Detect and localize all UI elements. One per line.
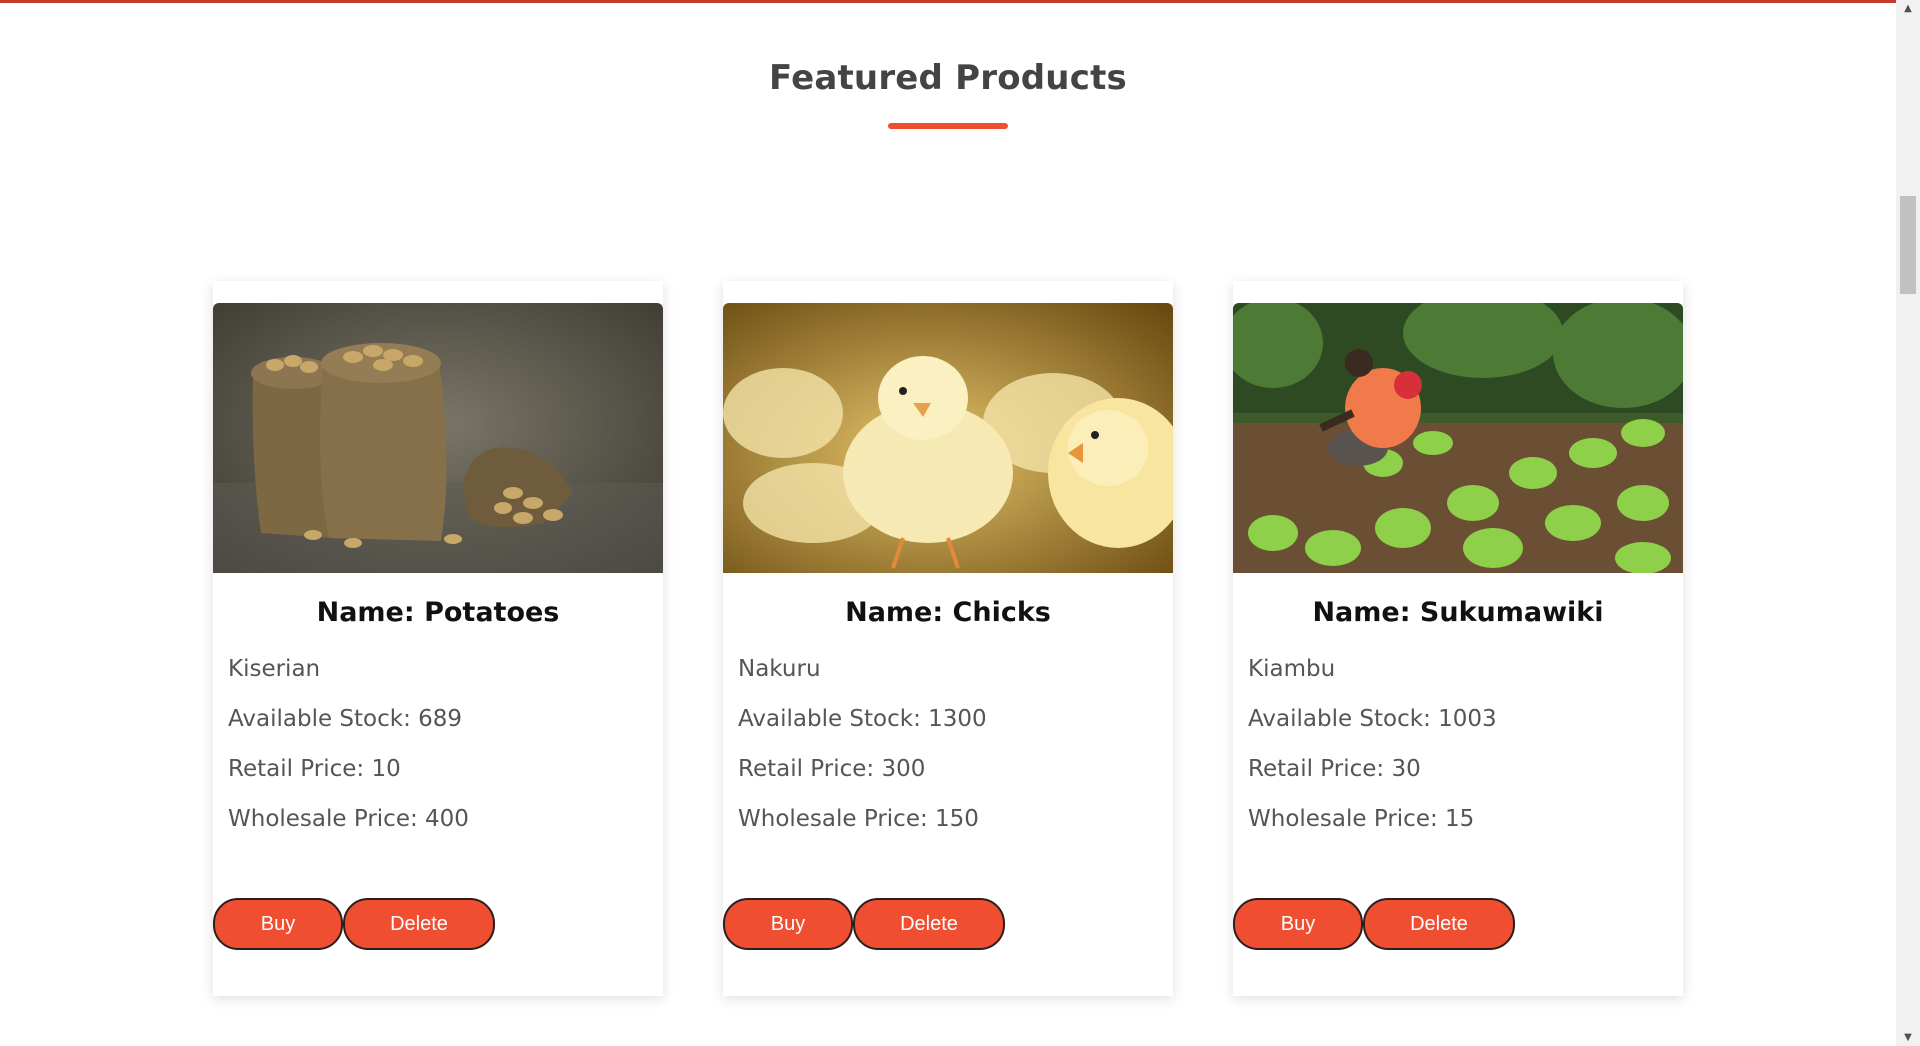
product-stock: Available Stock: 1300 — [738, 706, 987, 732]
buy-button[interactable]: Buy — [1233, 898, 1363, 950]
chevron-down-icon[interactable]: ▼ — [1896, 1029, 1920, 1046]
product-card-potatoes: Name: Potatoes Kiserian Available Stock:… — [213, 281, 663, 996]
product-name: Name: Sukumawiki — [1312, 597, 1604, 628]
product-location: Nakuru — [738, 656, 821, 682]
product-card-sukumawiki: Name: Sukumawiki Kiambu Available Stock:… — [1233, 281, 1683, 996]
delete-button[interactable]: Delete — [343, 898, 495, 950]
product-image-potatoes — [213, 303, 663, 573]
title-underline — [888, 123, 1008, 129]
page: Featured Products Name: Potatoes Kiseria… — [0, 0, 1896, 1046]
product-wholesale-price: Wholesale Price: 150 — [738, 806, 979, 832]
product-location: Kiambu — [1248, 656, 1336, 682]
product-stock: Available Stock: 1003 — [1248, 706, 1497, 732]
product-location: Kiserian — [228, 656, 321, 682]
chevron-up-icon[interactable]: ▲ — [1896, 0, 1920, 17]
product-name: Name: Chicks — [845, 597, 1051, 628]
product-card-chicks: Name: Chicks Nakuru Available Stock: 130… — [723, 281, 1173, 996]
product-stock: Available Stock: 689 — [228, 706, 463, 732]
buy-button[interactable]: Buy — [213, 898, 343, 950]
top-border — [0, 0, 1896, 3]
product-retail-price: Retail Price: 300 — [738, 756, 926, 782]
product-retail-price: Retail Price: 30 — [1248, 756, 1421, 782]
product-name: Name: Potatoes — [316, 597, 560, 628]
product-retail-price: Retail Price: 10 — [228, 756, 401, 782]
buy-button[interactable]: Buy — [723, 898, 853, 950]
section-title: Featured Products — [769, 58, 1127, 98]
delete-button[interactable]: Delete — [1363, 898, 1515, 950]
delete-button[interactable]: Delete — [853, 898, 1005, 950]
vertical-scrollbar[interactable]: ▲ ▼ — [1896, 0, 1920, 1046]
product-image-chicks — [723, 303, 1173, 573]
product-image-sukumawiki — [1233, 303, 1683, 573]
scrollbar-thumb[interactable] — [1900, 196, 1916, 294]
product-wholesale-price: Wholesale Price: 15 — [1248, 806, 1475, 832]
product-wholesale-price: Wholesale Price: 400 — [228, 806, 469, 832]
